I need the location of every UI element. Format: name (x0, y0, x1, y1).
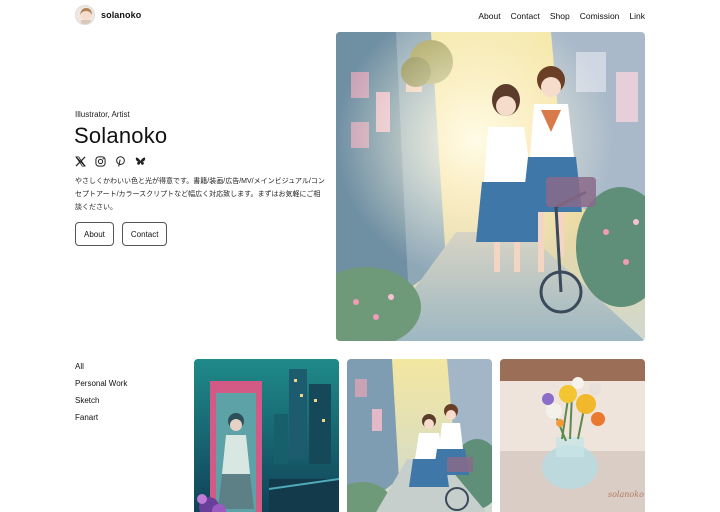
category-sketch[interactable]: Sketch (75, 396, 127, 405)
nav-about[interactable]: About (478, 11, 500, 21)
brand-name: solanoko (101, 10, 142, 20)
gallery-thumbnail-bicycle-girls[interactable] (347, 359, 492, 512)
x-icon[interactable] (75, 156, 86, 167)
nav-shop[interactable]: Shop (550, 11, 570, 21)
gallery-thumbnail-flower-vase[interactable]: solanoko (500, 359, 645, 512)
category-fanart[interactable]: Fanart (75, 413, 127, 422)
main-nav: About Contact Shop Comission Link (478, 11, 645, 21)
category-personal-work[interactable]: Personal Work (75, 379, 127, 388)
nav-comission[interactable]: Comission (580, 11, 620, 21)
hero-buttons: About Contact (75, 222, 168, 246)
about-button[interactable]: About (75, 222, 114, 246)
avatar (75, 5, 95, 25)
gallery-thumbnail-phone-booth[interactable] (194, 359, 339, 512)
nav-contact[interactable]: Contact (511, 11, 540, 21)
category-all[interactable]: All (75, 362, 127, 371)
brand-link[interactable]: solanoko (75, 5, 141, 25)
hero-illustration[interactable] (336, 32, 645, 341)
hero-description: やさしくかわいい色と光が得意です。書籍/装画/広告/MV/メインビジュアル/コン… (75, 178, 325, 211)
hero-subtitle: Illustrator, Artist (75, 110, 130, 119)
instagram-icon[interactable] (95, 156, 106, 167)
page-title: Solanoko (74, 123, 168, 148)
contact-button[interactable]: Contact (121, 222, 168, 246)
nav-link[interactable]: Link (629, 11, 645, 21)
site-header: solanoko About Contact Shop Comission Li… (0, 0, 720, 32)
category-filter: All Personal Work Sketch Fanart (75, 362, 127, 422)
social-links (75, 156, 146, 167)
pinterest-icon[interactable] (115, 156, 126, 167)
bluesky-icon[interactable] (135, 156, 146, 167)
signature-text: solanoko (608, 490, 644, 499)
